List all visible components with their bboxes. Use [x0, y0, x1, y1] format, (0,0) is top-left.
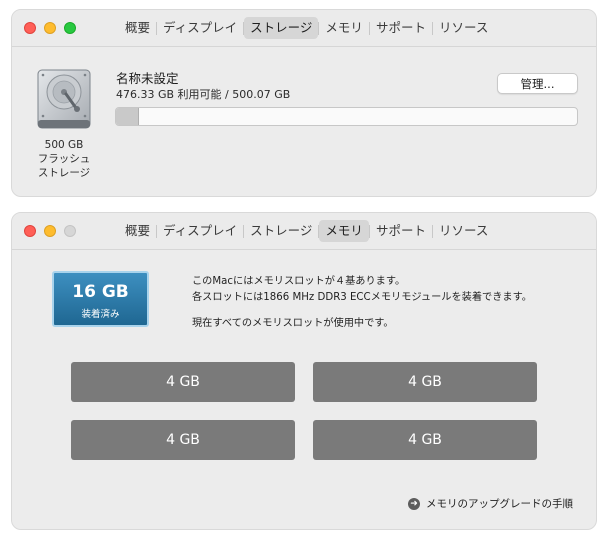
- memory-upgrade-link[interactable]: ➜ メモリのアップグレードの手順: [408, 496, 573, 511]
- installed-memory-badge: 16 GB 装着済み: [52, 271, 149, 327]
- zoom-button[interactable]: [64, 225, 76, 237]
- titlebar: 概要 ディスプレイ ストレージ メモリ サポート リソース: [12, 213, 596, 250]
- tab-displays[interactable]: ディスプレイ: [157, 17, 243, 39]
- tab-bar: 概要 ディスプレイ ストレージ メモリ サポート リソース: [119, 17, 494, 39]
- arrow-right-circle-icon: ➜: [408, 497, 420, 510]
- tab-support[interactable]: サポート: [370, 17, 432, 39]
- memory-slot-count-text: このMacにはメモリスロットが４基あります。: [192, 276, 406, 287]
- manage-button[interactable]: 管理...: [497, 73, 578, 94]
- installed-memory-label: 装着済み: [81, 309, 120, 320]
- storage-window: 概要 ディスプレイ ストレージ メモリ サポート リソース 500 GB フラッ…: [11, 9, 597, 197]
- hard-drive-icon: [37, 69, 91, 129]
- close-button[interactable]: [24, 22, 36, 34]
- tab-overview[interactable]: 概要: [119, 220, 156, 242]
- tab-support[interactable]: サポート: [370, 220, 432, 242]
- disk-caption: 500 GB フラッシュ ストレージ: [26, 138, 102, 180]
- memory-slot: 4 GB: [313, 362, 537, 402]
- volume-name: 名称未設定: [116, 71, 179, 86]
- tab-bar: 概要 ディスプレイ ストレージ メモリ サポート リソース: [119, 220, 494, 242]
- memory-slot: 4 GB: [313, 420, 537, 460]
- tab-overview[interactable]: 概要: [119, 17, 156, 39]
- tab-storage[interactable]: ストレージ: [244, 17, 319, 39]
- installed-memory-size: 16 GB: [72, 282, 129, 302]
- memory-slot: 4 GB: [71, 420, 295, 460]
- memory-upgrade-link-label: メモリのアップグレードの手順: [426, 498, 573, 510]
- memory-slot-status-text: 現在すべてのメモリスロットが使用中です。: [192, 318, 394, 329]
- memory-module-spec-text: 各スロットには1866 MHz DDR3 ECCメモリモジュールを装着できます。: [192, 292, 532, 303]
- disk-type-line2: ストレージ: [37, 167, 91, 179]
- storage-used-fill: [116, 108, 140, 125]
- titlebar: 概要 ディスプレイ ストレージ メモリ サポート リソース: [12, 10, 596, 47]
- zoom-button[interactable]: [64, 22, 76, 34]
- memory-window: 概要 ディスプレイ ストレージ メモリ サポート リソース 16 GB 装着済み…: [11, 212, 597, 530]
- volume-usage: 476.33 GB 利用可能 / 500.07 GB: [116, 88, 291, 101]
- close-button[interactable]: [24, 225, 36, 237]
- tab-storage[interactable]: ストレージ: [244, 220, 318, 242]
- storage-usage-bar: [115, 107, 578, 126]
- memory-slot: 4 GB: [71, 362, 295, 402]
- tab-memory[interactable]: メモリ: [319, 220, 369, 242]
- tab-displays[interactable]: ディスプレイ: [157, 220, 243, 242]
- minimize-button[interactable]: [44, 225, 56, 237]
- minimize-button[interactable]: [44, 22, 56, 34]
- tab-resources[interactable]: リソース: [433, 220, 494, 242]
- disk-type-line1: フラッシュ: [37, 153, 91, 165]
- tab-memory[interactable]: メモリ: [319, 17, 369, 39]
- tab-resources[interactable]: リソース: [433, 17, 494, 39]
- disk-capacity: 500 GB: [44, 139, 84, 151]
